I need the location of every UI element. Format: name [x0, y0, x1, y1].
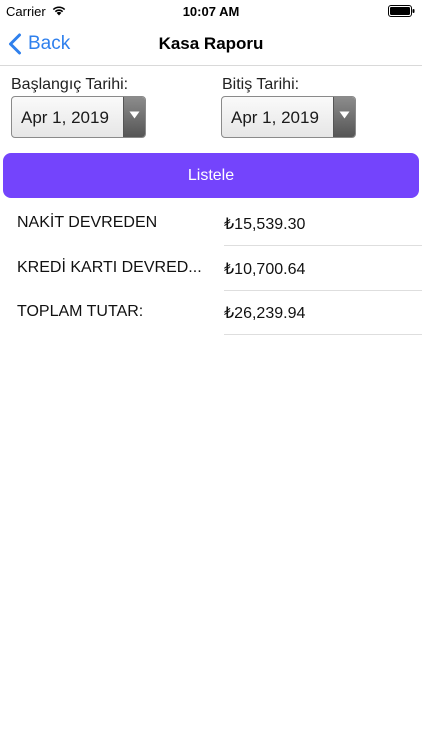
summary-row-label: TOPLAM TUTAR:: [17, 303, 144, 320]
start-date-picker[interactable]: Apr 1, 2019: [11, 96, 146, 138]
status-bar: Carrier 10:07 AM: [0, 0, 422, 22]
page-title: Kasa Raporu: [158, 34, 264, 53]
summary-row-credit-card-carryover: KREDİ KARTI DEVRED... ₺10,700.64: [0, 247, 422, 291]
list-button[interactable]: Listele: [3, 153, 419, 198]
end-date-picker[interactable]: Apr 1, 2019: [221, 96, 356, 138]
start-date-dropdown-button[interactable]: [123, 97, 145, 137]
summary-row-total: TOPLAM TUTAR: ₺26,239.94: [0, 291, 422, 335]
summary-row-value: ₺15,539.30: [224, 216, 306, 233]
end-date-dropdown-button[interactable]: [333, 97, 355, 137]
summary-row-label: NAKİT DEVREDEN: [17, 214, 158, 231]
battery-icon: [388, 5, 415, 17]
status-time: 10:07 AM: [182, 4, 240, 19]
triangle-down-icon: [129, 111, 140, 119]
start-date-value: Apr 1, 2019: [21, 108, 109, 127]
triangle-down-icon: [339, 111, 350, 119]
navigation-bar: Back Kasa Raporu: [0, 22, 422, 66]
summary-row-value: ₺26,239.94: [224, 305, 306, 322]
summary-row-label: KREDİ KARTI DEVRED...: [17, 259, 202, 276]
summary-row-value: ₺10,700.64: [224, 261, 306, 278]
end-date-value: Apr 1, 2019: [231, 108, 319, 127]
row-divider: [224, 245, 422, 246]
end-date-label: Bitiş Tarihi:: [222, 76, 300, 93]
start-date-label: Başlangıç Tarihi:: [11, 76, 129, 93]
summary-row-cash-carryover: NAKİT DEVREDEN ₺15,539.30: [0, 202, 422, 246]
row-divider: [224, 334, 422, 335]
